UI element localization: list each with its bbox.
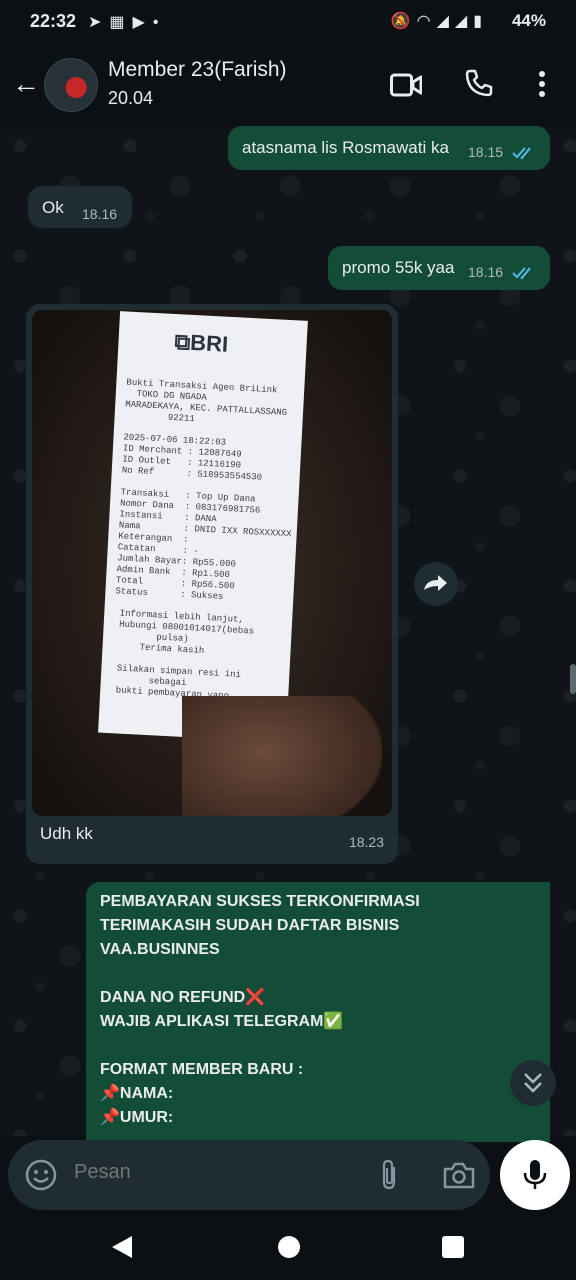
wifi-icon: ◠ bbox=[416, 13, 437, 30]
message-bubble-outgoing[interactable]: PEMBAYARAN SUKSES TERKONFIRMASI TERIMAKAS… bbox=[86, 882, 550, 1142]
video-call-icon[interactable] bbox=[390, 72, 422, 98]
nav-recents-icon[interactable] bbox=[442, 1236, 464, 1258]
contact-name[interactable]: Member 23(Farish) bbox=[108, 58, 287, 82]
read-receipt-icon bbox=[512, 267, 531, 280]
signal-icon: ◢ bbox=[436, 13, 455, 30]
voice-message-button[interactable] bbox=[500, 1140, 570, 1210]
contact-avatar[interactable] bbox=[44, 58, 98, 112]
nav-home-icon[interactable] bbox=[278, 1236, 300, 1258]
message-text: atasnama lis Rosmawati ka bbox=[242, 138, 449, 157]
message-line: 📌UMUR: bbox=[100, 1109, 174, 1126]
hand-holding-receipt bbox=[182, 696, 382, 816]
scroll-to-bottom-button[interactable] bbox=[510, 1060, 556, 1106]
message-line bbox=[100, 1034, 540, 1058]
camera-icon[interactable] bbox=[442, 1160, 476, 1190]
image-message-bubble[interactable]: ⧉BRI Bukti Transaksi Agen BriLink TOKO D… bbox=[26, 304, 398, 864]
voice-call-icon[interactable] bbox=[464, 68, 494, 98]
message-line: DANA NO REFUND❌ bbox=[100, 989, 266, 1006]
message-text: promo 55k yaa bbox=[342, 258, 455, 277]
play-icon: ▶ bbox=[132, 14, 153, 31]
status-bar: 22:32 ➤▦▶• 🔕◠◢◢▮ 44% bbox=[0, 0, 576, 44]
attach-icon[interactable] bbox=[376, 1158, 402, 1192]
read-receipt-icon bbox=[512, 147, 531, 160]
message-time: 18.16 bbox=[82, 206, 118, 222]
message-text: PEMBAYARAN SUKSES TERKONFIRMASI TERIMAKAS… bbox=[100, 890, 540, 1130]
last-seen: 20.04 bbox=[108, 88, 154, 108]
message-bubble-outgoing[interactable]: atasnama lis Rosmawati ka 18.15 bbox=[228, 126, 550, 170]
message-line: FORMAT MEMBER BARU : bbox=[100, 1061, 304, 1078]
message-time: 18.15 bbox=[468, 144, 504, 160]
nav-back-icon[interactable] bbox=[110, 1234, 134, 1260]
back-arrow-icon[interactable]: ← bbox=[12, 68, 40, 100]
message-line: PEMBAYARAN SUKSES TERKONFIRMASI bbox=[100, 893, 420, 910]
message-line bbox=[100, 962, 540, 986]
message-bubble-outgoing[interactable]: promo 55k yaa 18.16 bbox=[328, 246, 550, 290]
battery-percent: 44% bbox=[511, 11, 546, 30]
message-line: VAA.BUSINNES bbox=[100, 941, 220, 958]
system-navigation-bar bbox=[0, 1212, 576, 1280]
message-time: 18.23 bbox=[348, 834, 384, 850]
message-line: 📌NAMA: bbox=[100, 1085, 174, 1102]
receipt-text: Bukti Transaksi Agen BriLink TOKO DG NGA… bbox=[110, 377, 292, 702]
system-icons: 🔕◠◢◢▮ bbox=[391, 11, 488, 31]
bri-logo: ⧉BRI bbox=[173, 328, 229, 357]
sim-icon: ▦ bbox=[109, 14, 133, 31]
status-time: 22:32 bbox=[30, 11, 77, 31]
microphone-icon bbox=[523, 1160, 547, 1189]
forward-button[interactable] bbox=[414, 562, 458, 606]
emoji-icon[interactable] bbox=[24, 1158, 58, 1192]
message-time: 18.16 bbox=[468, 264, 504, 280]
battery-icon: ▮ bbox=[473, 13, 488, 30]
signal-icon: ◢ bbox=[454, 13, 474, 30]
message-input[interactable] bbox=[72, 1160, 356, 1185]
message-bubble-incoming[interactable]: Ok 18.16 bbox=[28, 186, 132, 228]
notification-icons: ➤▦▶• bbox=[88, 12, 166, 32]
dot-icon: • bbox=[152, 14, 167, 31]
message-line: TERIMAKASIH SUDAH DAFTAR BISNIS bbox=[100, 917, 400, 934]
image-caption: Udh kk bbox=[40, 824, 93, 843]
message-text: Ok bbox=[42, 198, 64, 217]
message-composer bbox=[8, 1140, 490, 1210]
edge-panel-handle[interactable] bbox=[570, 664, 576, 694]
message-line: WAJIB APLIKASI TELEGRAM✅ bbox=[100, 1013, 344, 1030]
more-options-icon[interactable] bbox=[538, 70, 546, 98]
receipt-photo[interactable]: ⧉BRI Bukti Transaksi Agen BriLink TOKO D… bbox=[32, 310, 392, 816]
double-chevron-down-icon bbox=[524, 1073, 542, 1093]
forward-icon bbox=[424, 575, 447, 591]
mute-icon: 🔕 bbox=[390, 13, 417, 30]
telegram-icon: ➤ bbox=[88, 14, 110, 31]
chat-header: ← Member 23(Farish) 20.04 bbox=[0, 44, 576, 126]
receipt-paper: ⧉BRI Bukti Transaksi Agen BriLink TOKO D… bbox=[98, 311, 308, 743]
